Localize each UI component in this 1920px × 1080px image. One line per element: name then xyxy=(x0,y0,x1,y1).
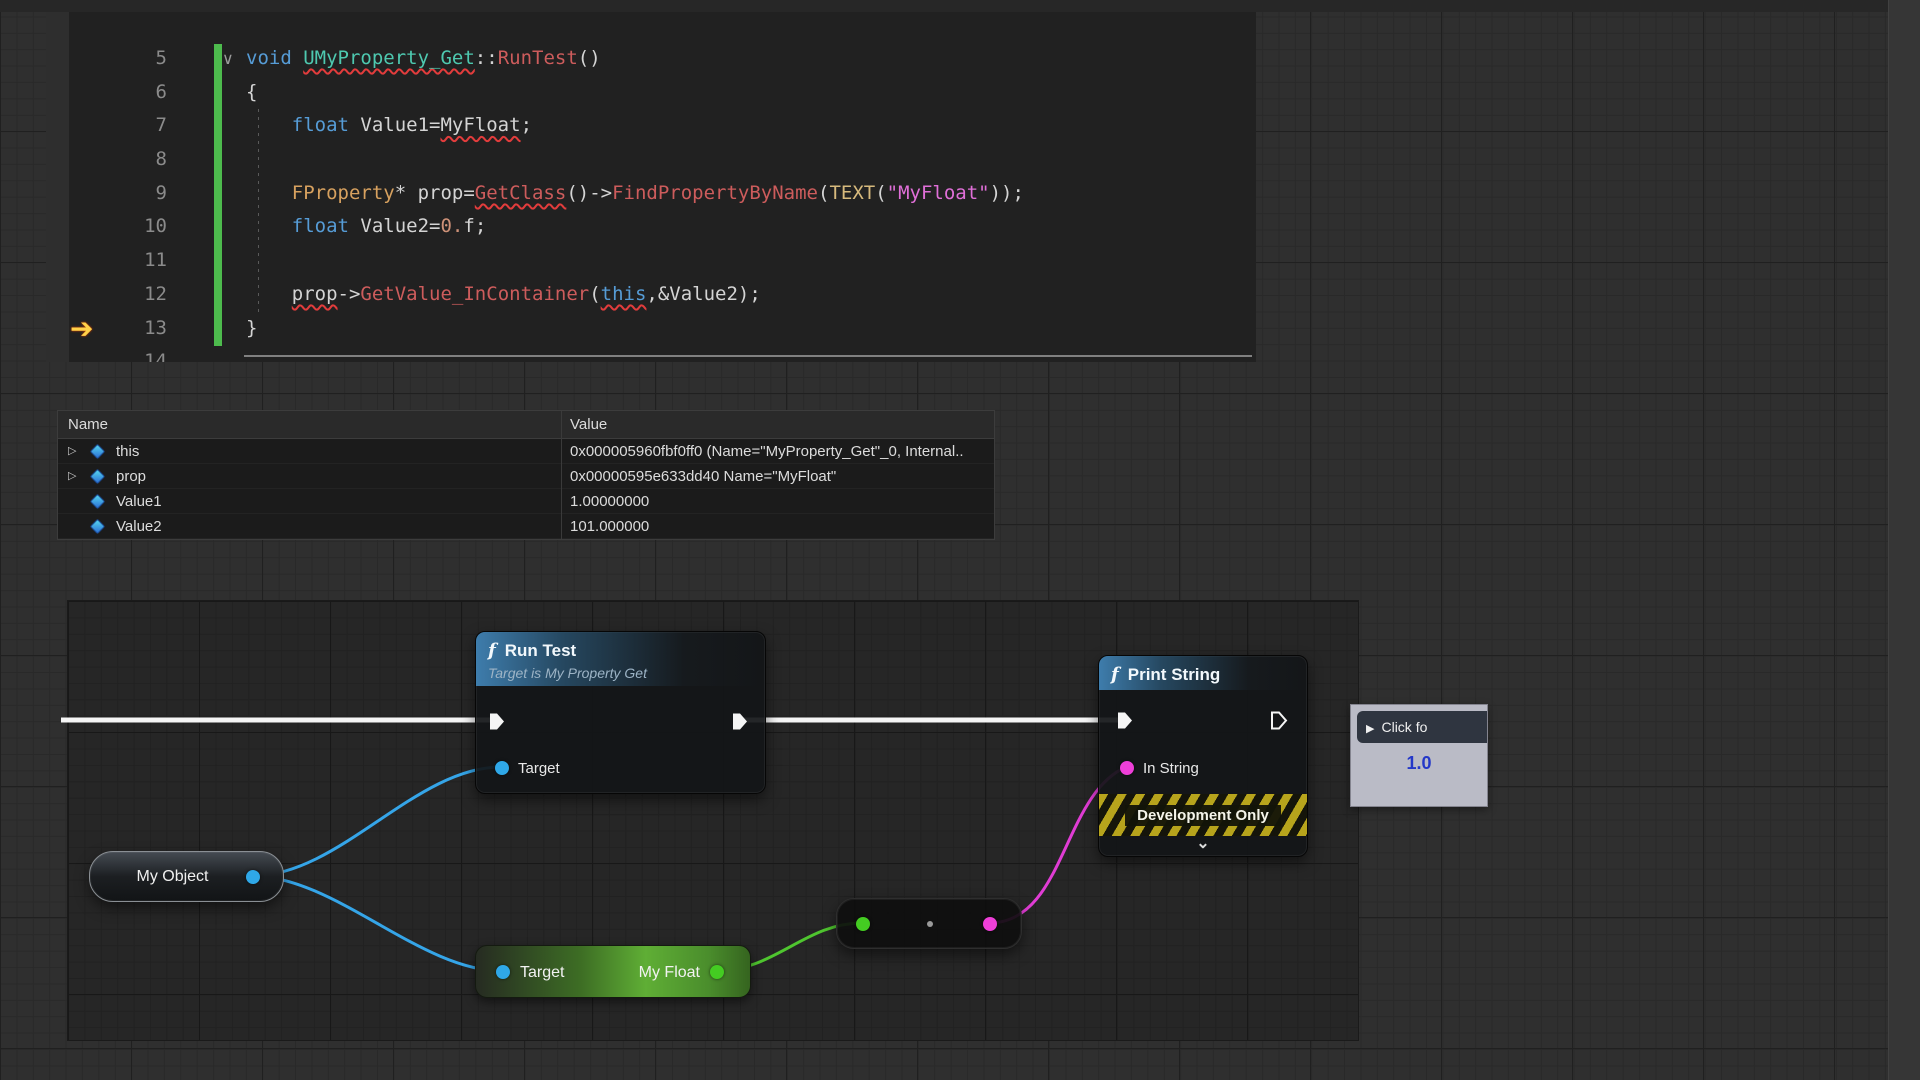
code-text[interactable] xyxy=(167,244,246,278)
exec-out-pin[interactable] xyxy=(730,712,749,731)
code-editor[interactable]: ∨ 5void UMyProperty_Get::RunTest()6{7 fl… xyxy=(46,12,1256,362)
watch-value: 101.000000 xyxy=(570,514,649,539)
code-text[interactable] xyxy=(167,345,246,362)
code-text[interactable]: { xyxy=(167,76,257,110)
development-only-label: Development Only xyxy=(1125,805,1281,826)
code-text[interactable] xyxy=(167,143,246,177)
development-only-banner: Development Only xyxy=(1099,794,1307,836)
watch-row[interactable]: Value2 101.000000 xyxy=(58,514,994,539)
watch-rows: ▷ this 0x000005960fbf0ff0 (Name="MyPropert… xyxy=(58,439,994,539)
line-number: 10 xyxy=(46,210,167,244)
line-number: 5 xyxy=(46,42,167,76)
column-header-value[interactable]: Value xyxy=(570,411,607,439)
variable-icon xyxy=(90,494,106,510)
top-bar xyxy=(0,0,1920,12)
expander-icon[interactable]: ▷ xyxy=(68,439,84,464)
exec-in-pin[interactable] xyxy=(487,712,506,731)
object-out-pin[interactable] xyxy=(246,870,260,884)
code-text[interactable]: float Value2=0.f; xyxy=(167,210,486,244)
code-line[interactable]: 11 xyxy=(46,244,1256,278)
watch-value: 0x00000595e633dd40 Name="MyFloat" xyxy=(570,464,836,489)
code-line[interactable]: 8 xyxy=(46,143,1256,177)
code-text[interactable]: } xyxy=(167,312,257,346)
watch-window[interactable]: Name Value ▷ this 0x000005960fbf0ff0 (Name… xyxy=(57,410,995,540)
node-my-object[interactable]: My Object xyxy=(89,851,284,902)
watch-name: prop xyxy=(116,464,146,489)
column-divider[interactable] xyxy=(561,411,562,539)
target-pin[interactable] xyxy=(495,761,509,775)
watch-header: Name Value xyxy=(58,411,994,439)
exec-out-pin[interactable] xyxy=(1269,711,1288,730)
exec-in-pin[interactable] xyxy=(1115,711,1134,730)
line-number: 14 xyxy=(46,345,167,362)
watch-row[interactable]: ▷ this 0x000005960fbf0ff0 (Name="MyPropert… xyxy=(58,439,994,464)
line-number: 12 xyxy=(46,278,167,312)
node-header: fRun Test Target is My Property Get xyxy=(476,632,765,686)
variable-icon xyxy=(90,469,106,485)
target-pin[interactable] xyxy=(496,965,510,979)
variable-icon xyxy=(90,519,106,535)
code-line[interactable]: 10 float Value2=0.f; xyxy=(46,210,1256,244)
function-icon: f xyxy=(1111,664,1119,685)
line-number: 9 xyxy=(46,177,167,211)
horizontal-scrollbar[interactable] xyxy=(244,355,1252,357)
code-text[interactable]: void UMyProperty_Get::RunTest() xyxy=(167,42,601,76)
node-float-to-string-conversion[interactable] xyxy=(836,898,1022,949)
target-pin-label: Target xyxy=(520,946,564,999)
watch-name: this xyxy=(116,439,139,464)
watch-name: Value1 xyxy=(116,489,162,514)
watch-value: 0x000005960fbf0ff0 (Name="MyProperty_Get… xyxy=(570,439,964,464)
watched-value: 1.0 xyxy=(1351,753,1487,774)
click-for-more-button[interactable]: ▶Click fo xyxy=(1357,711,1487,743)
node-print-string[interactable]: fPrint String In String Development Only… xyxy=(1098,655,1308,857)
code-line[interactable]: 14 xyxy=(46,345,1256,362)
conversion-in-pin[interactable] xyxy=(856,917,870,931)
watch-row[interactable]: Value1 1.00000000 xyxy=(58,489,994,514)
node-title: fPrint String xyxy=(1111,664,1295,685)
right-edge-panel xyxy=(1888,0,1920,1080)
node-subtitle: Target is My Property Get xyxy=(488,665,753,681)
code-text[interactable]: FProperty* prop=GetClass()->FindProperty… xyxy=(167,177,1024,211)
expander-icon[interactable]: ▷ xyxy=(68,464,84,489)
code-line[interactable]: 7 float Value1=MyFloat; xyxy=(46,109,1256,143)
line-number: 13 xyxy=(46,312,167,346)
my-float-out-pin[interactable] xyxy=(710,965,724,979)
variable-icon xyxy=(90,444,106,460)
target-pin-label: Target xyxy=(518,760,560,777)
code-line[interactable]: 9 FProperty* prop=GetClass()->FindProper… xyxy=(46,177,1256,211)
collapse-chevron-icon[interactable]: ⌄ xyxy=(1099,836,1307,852)
code-lines: 5void UMyProperty_Get::RunTest()6{7 floa… xyxy=(46,42,1256,362)
column-header-name[interactable]: Name xyxy=(68,411,108,439)
node-header: fPrint String xyxy=(1099,656,1307,690)
node-run-test[interactable]: fRun Test Target is My Property Get Targ… xyxy=(475,631,766,794)
play-icon: ▶ xyxy=(1366,723,1374,735)
line-number: 7 xyxy=(46,109,167,143)
code-line[interactable]: 12 prop->GetValue_InContainer(this,&Valu… xyxy=(46,278,1256,312)
line-number: 8 xyxy=(46,143,167,177)
line-number: 6 xyxy=(46,76,167,110)
line-number: 11 xyxy=(46,244,167,278)
watch-name: Value2 xyxy=(116,514,162,539)
code-text[interactable]: float Value1=MyFloat; xyxy=(167,109,532,143)
watch-row[interactable]: ▷ prop 0x00000595e633dd40 Name="MyFloat" xyxy=(58,464,994,489)
current-statement-arrow-icon: ➔ xyxy=(70,314,93,344)
code-text[interactable]: prop->GetValue_InContainer(this,&Value2)… xyxy=(167,278,761,312)
function-icon: f xyxy=(488,640,496,661)
node-my-float-getter[interactable]: Target My Float xyxy=(475,945,751,998)
code-line[interactable]: 5void UMyProperty_Get::RunTest() xyxy=(46,42,1256,76)
code-line[interactable]: 6{ xyxy=(46,76,1256,110)
code-line[interactable]: 13} xyxy=(46,312,1256,346)
conversion-out-pin[interactable] xyxy=(983,917,997,931)
node-title: fRun Test xyxy=(488,640,753,661)
conversion-dot-icon xyxy=(927,921,933,927)
debug-value-tooltip: ▶Click fo 1.0 xyxy=(1350,704,1488,807)
my-float-pin-label: My Float xyxy=(639,946,700,999)
in-string-pin-label: In String xyxy=(1143,760,1199,777)
in-string-pin[interactable] xyxy=(1120,761,1134,775)
watch-value: 1.00000000 xyxy=(570,489,649,514)
